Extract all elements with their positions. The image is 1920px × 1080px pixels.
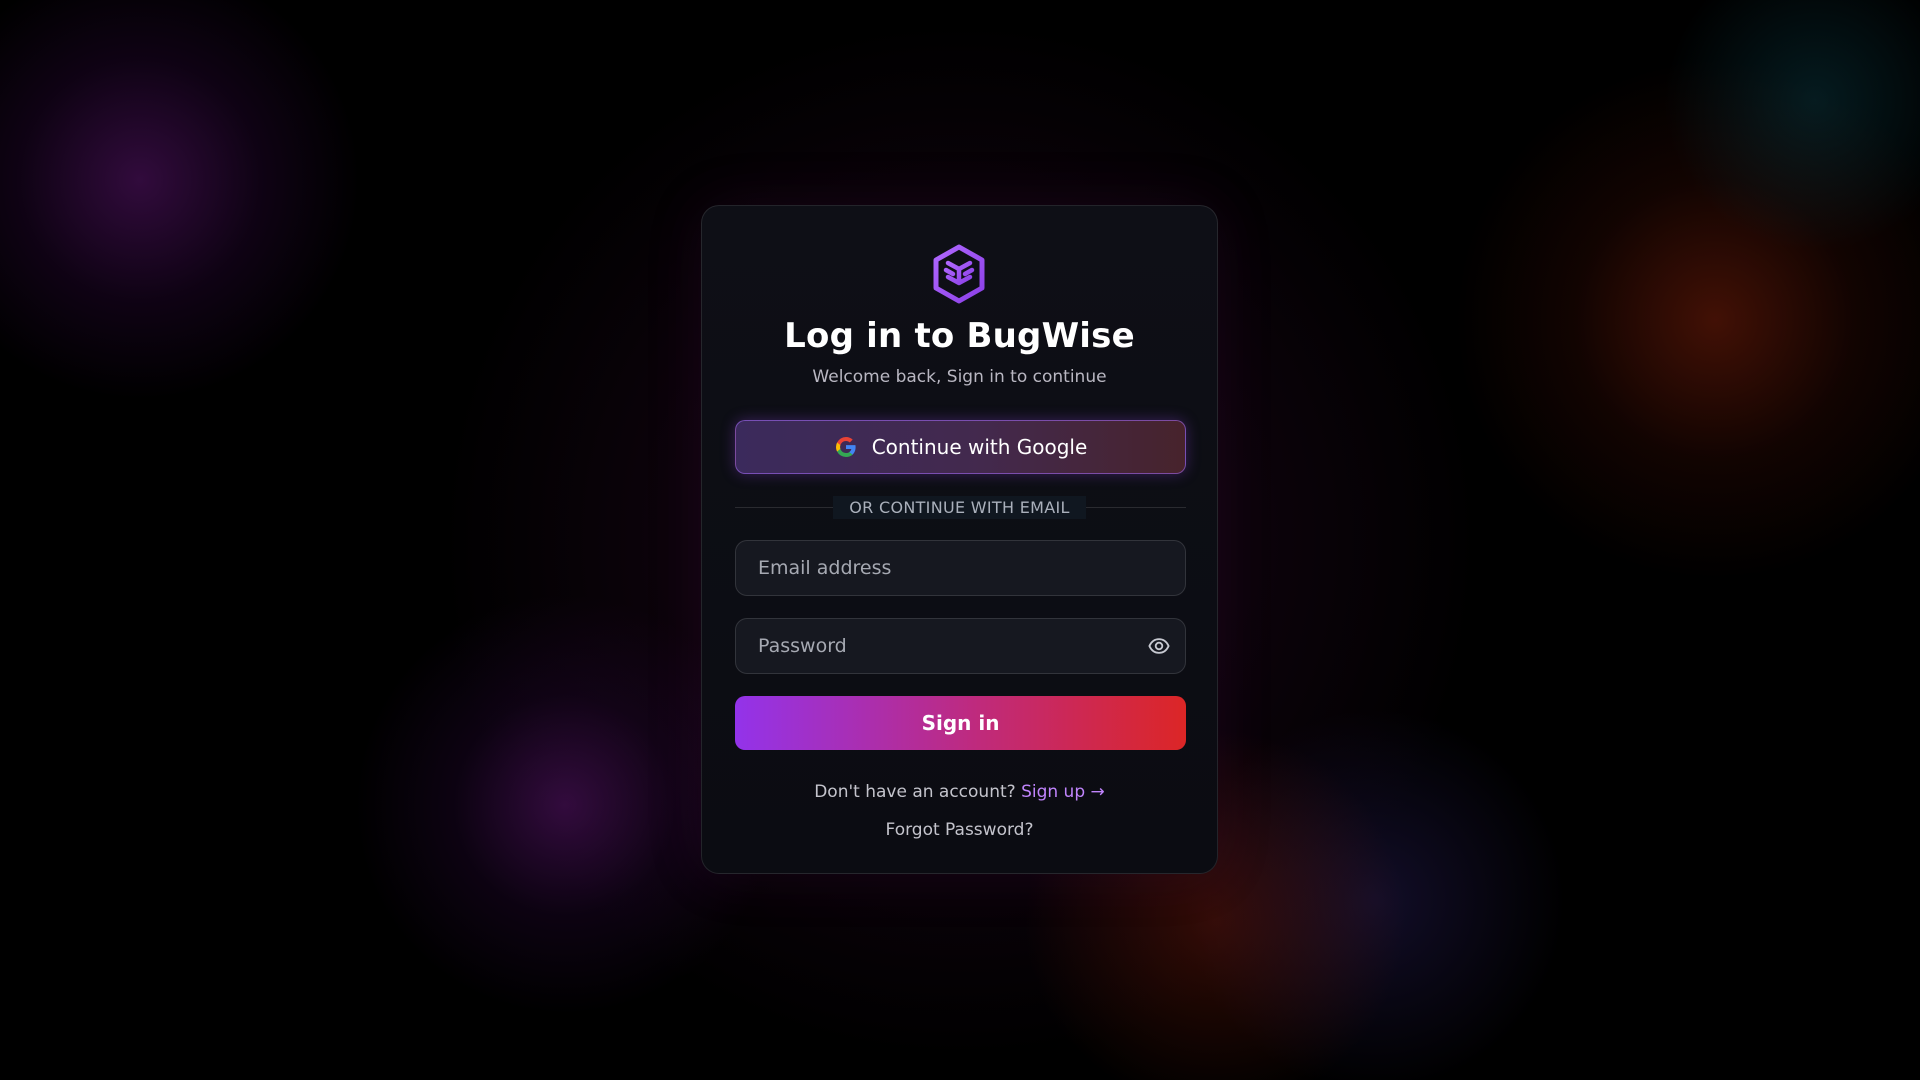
sign-up-link[interactable]: Sign up → — [1021, 782, 1105, 802]
password-input[interactable] — [736, 619, 1185, 673]
google-icon — [835, 437, 856, 457]
signup-prompt-line: Don't have an account? Sign up → — [702, 782, 1217, 802]
sign-in-button[interactable]: Sign in — [735, 696, 1186, 750]
email-input[interactable] — [736, 541, 1185, 595]
divider-label: OR CONTINUE WITH EMAIL — [702, 496, 1217, 519]
page-title: Log in to BugWise — [784, 316, 1135, 356]
email-field — [735, 540, 1186, 596]
login-card: Log in to BugWise Welcome back, Sign in … — [701, 205, 1218, 874]
bugwise-logo — [933, 244, 985, 304]
eye-icon[interactable] — [1148, 635, 1170, 657]
divider-text: OR CONTINUE WITH EMAIL — [833, 496, 1086, 519]
forgot-password-link[interactable]: Forgot Password? — [702, 820, 1217, 840]
page-subtitle: Welcome back, Sign in to continue — [812, 367, 1107, 387]
password-field — [735, 618, 1186, 674]
continue-with-google-label: Continue with Google — [871, 435, 1088, 459]
continue-with-google-button[interactable]: Continue with Google — [735, 420, 1186, 474]
signup-prompt-text: Don't have an account? — [814, 782, 1016, 802]
